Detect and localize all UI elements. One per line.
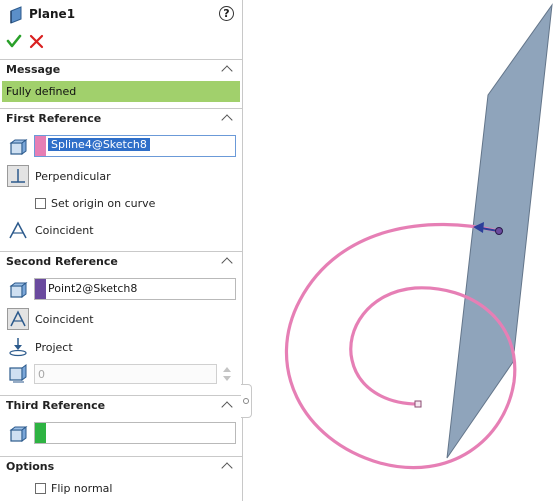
ok-checkmark-button[interactable] [6, 33, 22, 49]
first-reference-value: Spline4@Sketch8 [48, 138, 150, 151]
distance-input[interactable]: 0 [34, 364, 217, 384]
spline-endpoint[interactable] [414, 400, 422, 408]
message-section-header[interactable]: Message [0, 59, 242, 79]
set-origin-label: Set origin on curve [51, 197, 156, 210]
coincident-constraint-button[interactable] [7, 219, 29, 241]
coincident-label: Coincident [35, 224, 94, 237]
collapse-chevron-icon[interactable] [221, 401, 233, 413]
feature-title-bar: Plane1 ? [0, 0, 242, 30]
coincident-constraint-button[interactable] [7, 308, 29, 330]
second-reference-field[interactable]: Point2@Sketch8 [34, 278, 236, 300]
third-reference-color-swatch [35, 423, 46, 443]
cancel-x-button[interactable] [29, 34, 44, 49]
reference-selector-icon[interactable] [7, 280, 29, 302]
flip-normal-checkbox[interactable] [35, 483, 46, 494]
first-reference-field[interactable]: Spline4@Sketch8 [34, 135, 236, 157]
distance-icon [7, 363, 29, 385]
distance-value: 0 [38, 368, 45, 381]
perpendicular-label: Perpendicular [35, 170, 111, 183]
second-reference-color-swatch [35, 279, 46, 299]
second-reference-value: Point2@Sketch8 [48, 282, 138, 295]
project-button[interactable] [7, 335, 29, 357]
options-section-header[interactable]: Options [0, 456, 242, 476]
first-reference-section-header[interactable]: First Reference [0, 108, 242, 128]
property-manager: Plane1 ? Message Fully defined First Ref… [0, 0, 243, 501]
second-reference-section-header[interactable]: Second Reference [0, 251, 242, 271]
graphics-viewport[interactable] [243, 0, 554, 501]
project-label: Project [35, 341, 73, 354]
options-header-label: Options [6, 460, 55, 473]
message-header-label: Message [6, 63, 61, 76]
collapse-chevron-icon[interactable] [221, 462, 233, 474]
third-reference-section-header[interactable]: Third Reference [0, 395, 242, 415]
point2-marker[interactable] [495, 227, 503, 235]
first-reference-header-label: First Reference [6, 112, 102, 125]
perpendicular-constraint-button[interactable] [7, 165, 29, 187]
coincident-label: Coincident [35, 313, 94, 326]
plane-icon [9, 6, 25, 27]
first-reference-color-swatch [35, 136, 46, 156]
third-reference-field[interactable] [34, 422, 236, 444]
collapse-chevron-icon[interactable] [221, 65, 233, 77]
reference-selector-icon[interactable] [7, 137, 29, 159]
third-reference-header-label: Third Reference [6, 399, 106, 412]
feature-title: Plane1 [29, 7, 76, 21]
flip-normal-label: Flip normal [51, 482, 113, 495]
reference-selector-icon[interactable] [7, 424, 29, 446]
collapse-chevron-icon[interactable] [221, 257, 233, 269]
help-icon[interactable]: ? [219, 6, 234, 21]
second-reference-header-label: Second Reference [6, 255, 118, 268]
distance-spinner[interactable] [220, 364, 234, 384]
collapse-chevron-icon[interactable] [221, 114, 233, 126]
set-origin-checkbox[interactable] [35, 198, 46, 209]
status-message: Fully defined [2, 81, 240, 102]
